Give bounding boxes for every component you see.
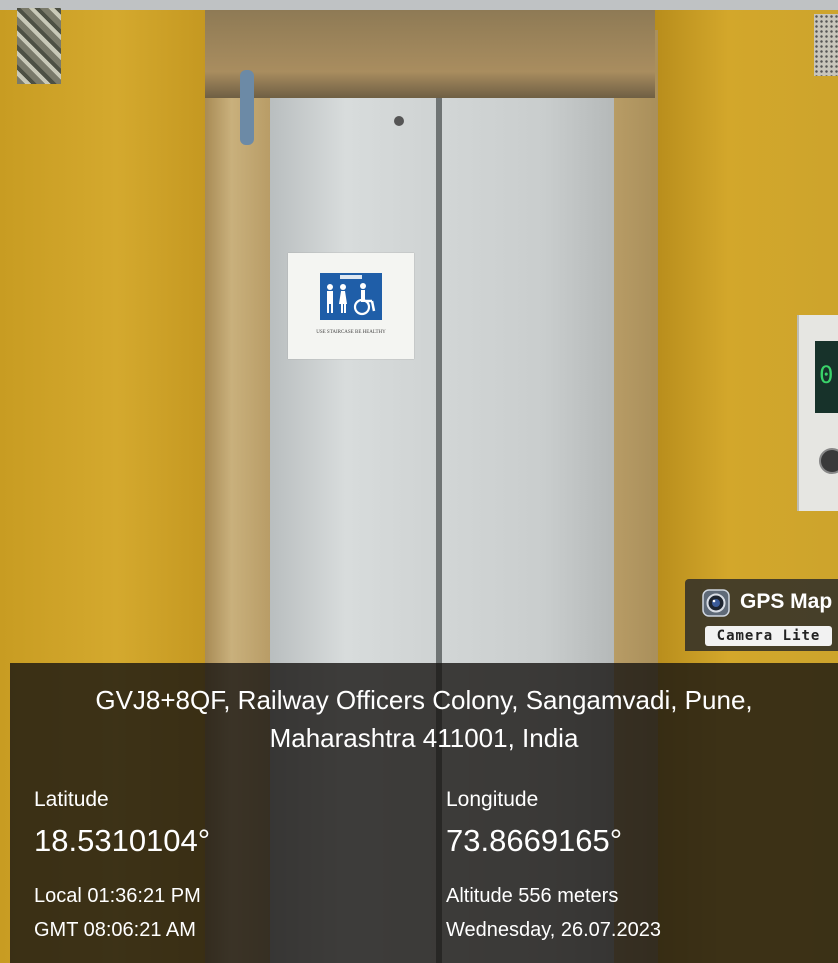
gmt-time: GMT 08:06:21 AM (34, 919, 196, 941)
longitude-label: Longitude (446, 788, 539, 811)
date: Wednesday, 26.07.2023 (446, 919, 661, 941)
floor-display: 0 (815, 341, 838, 413)
floor-display-digit: 0 (819, 361, 834, 389)
door-frame-top (205, 10, 655, 98)
call-button-icon (819, 448, 838, 474)
address-line-1: GVJ8+8QF, Railway Officers Colony, Sanga… (95, 685, 753, 715)
badge-title: GPS Map (740, 590, 833, 613)
ceiling-strip (0, 0, 838, 10)
address: GVJ8+8QF, Railway Officers Colony, Sanga… (24, 681, 824, 757)
elevator-call-panel: 0 (797, 315, 838, 511)
door-lock-hole (394, 116, 404, 126)
restroom-accessible-icon (320, 273, 382, 320)
frame-sticker (240, 70, 254, 145)
posted-sign: USE STAIRCASE BE HEALTHY (288, 253, 414, 359)
photo-scene: 0 USE STAIRCASE BE HEALTHY GPS Map Camer… (0, 0, 838, 963)
altitude: Altitude 556 meters (446, 885, 619, 907)
location-overlay: GVJ8+8QF, Railway Officers Colony, Sanga… (10, 663, 838, 963)
badge-subtitle: Camera Lite (705, 626, 832, 646)
wall-sticker (17, 8, 61, 84)
camera-lens-icon (702, 589, 730, 617)
latitude-value: 18.5310104° (34, 823, 211, 858)
longitude-value: 73.8669165° (446, 823, 623, 858)
sign-text: USE STAIRCASE BE HEALTHY (316, 330, 386, 335)
speaker-grille-icon (814, 14, 838, 76)
latitude-label: Latitude (34, 788, 109, 811)
gps-map-camera-badge: GPS Map Camera Lite (685, 579, 838, 651)
local-time: Local 01:36:21 PM (34, 885, 201, 907)
address-line-2: Maharashtra 411001, India (269, 723, 579, 753)
